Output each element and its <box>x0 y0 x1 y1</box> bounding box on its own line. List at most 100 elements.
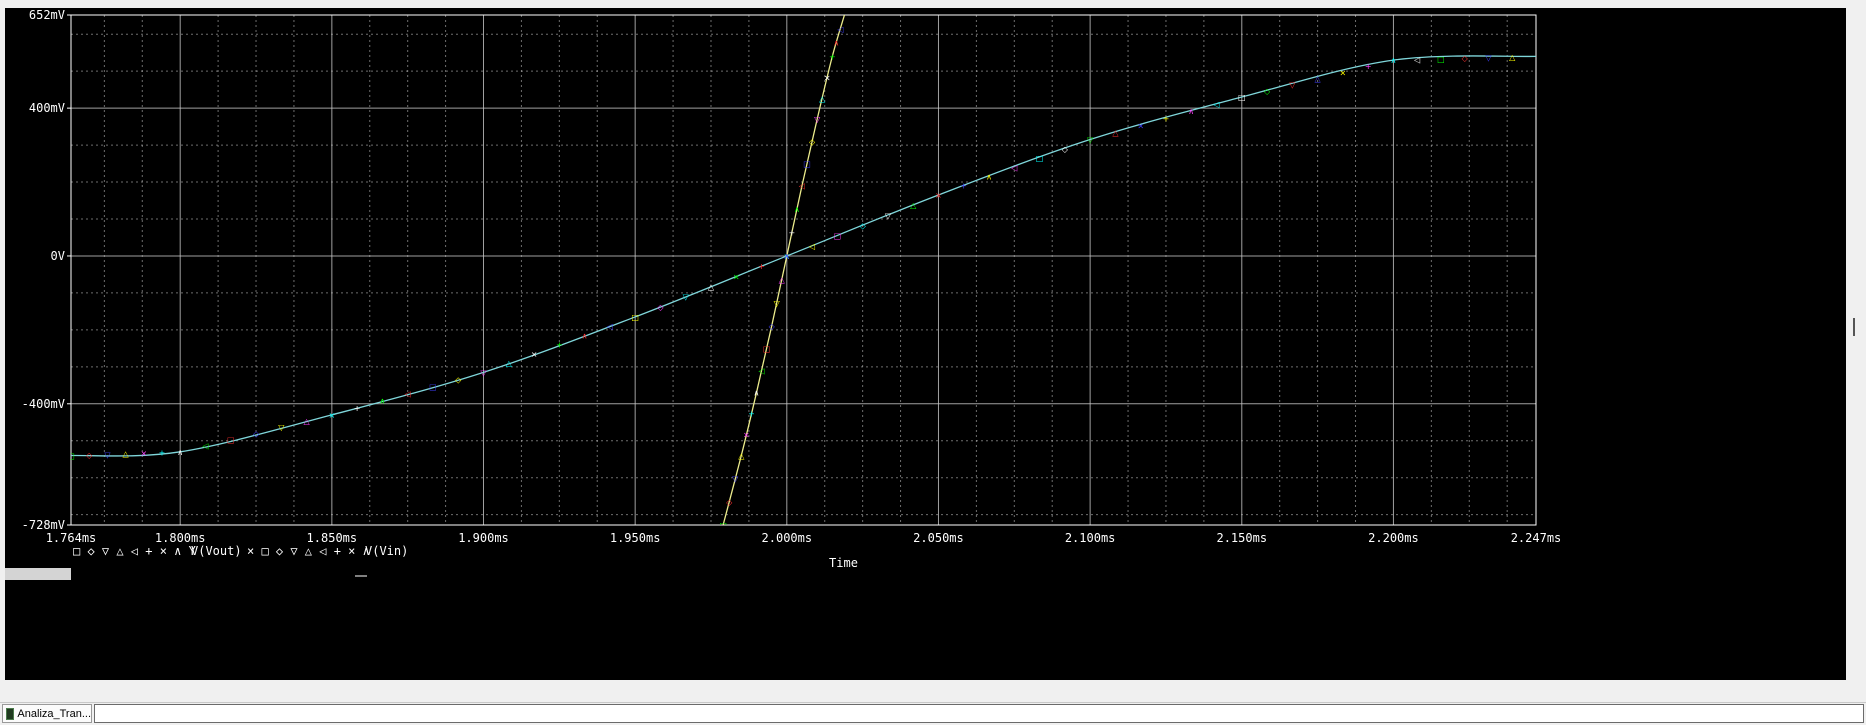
bottom-strip-left <box>5 568 71 580</box>
series-marker: ◇ <box>726 498 733 507</box>
series-marker: + <box>758 262 765 271</box>
x-tick-label: 1.950ms <box>610 531 661 545</box>
x-tick-label: 2.050ms <box>913 531 964 545</box>
x-tick-label: 1.900ms <box>458 531 509 545</box>
series-marker: ◁ <box>798 182 805 191</box>
series-marker: ◁ <box>606 322 613 331</box>
series-marker: ◇ <box>1264 87 1271 96</box>
series-marker: + <box>789 229 796 238</box>
series-marker: ∧ <box>177 448 183 457</box>
series-marker: + <box>748 410 755 419</box>
series-marker: ∧ <box>379 397 385 406</box>
series-marker: ∧ <box>1391 56 1397 65</box>
series-marker: ◁ <box>808 242 815 251</box>
series-marker: ◇ <box>1462 54 1469 63</box>
series-marker: ∧ <box>1188 107 1194 116</box>
series-marker: ▽ <box>1289 81 1296 90</box>
series-marker: ◇ <box>253 429 260 438</box>
series-marker: × <box>1340 68 1347 77</box>
minor-grid <box>71 15 1536 525</box>
series-marker: × <box>743 431 750 440</box>
series-marker: △ <box>123 450 130 459</box>
series-marker: ◇ <box>1062 145 1069 154</box>
series-marker: □ <box>803 160 811 169</box>
series-marker: □ <box>1238 93 1246 102</box>
series-marker: ∧ <box>986 173 992 182</box>
waveform-chart: 652mV 400mV 0V -400mV -728mV1.764ms 1.800ms 1.… <box>5 8 1562 580</box>
taskbar-tab-label: Analiza_Tran... <box>17 707 91 720</box>
series-line <box>722 15 846 525</box>
series-marker: □ <box>763 344 771 353</box>
series-marker: ◇ <box>657 303 664 312</box>
series-marker: ◇ <box>809 137 816 146</box>
series-marker: ∧ <box>833 39 839 48</box>
series-marker: □ <box>227 436 235 445</box>
series-marker: ▽ <box>104 450 111 459</box>
series-marker: + <box>556 341 563 350</box>
legend-markers: □ ◇ ▽ △ ◁ + × ∧ Y <box>73 544 197 558</box>
series-marker: ◇ <box>769 322 776 331</box>
series-marker: △ <box>1112 128 1119 137</box>
taskbar: Analiza_Tran... <box>0 702 1866 725</box>
series-marker: × <box>140 449 147 458</box>
series-marker: ◁ <box>1010 163 1017 172</box>
y-tick-label: 400mV <box>29 101 65 115</box>
series-marker: × <box>328 411 335 420</box>
series-marker: + <box>1163 114 1170 123</box>
series-marker: ◇ <box>455 375 462 384</box>
x-tick-label: 1.764ms <box>46 531 97 545</box>
series-marker: ∧ <box>754 389 760 398</box>
taskbar-panel <box>94 704 1864 723</box>
series-marker: + <box>354 404 361 413</box>
x-tick-label: 2.100ms <box>1065 531 1116 545</box>
x-tick-label: 2.200ms <box>1368 531 1419 545</box>
series-marker: × <box>824 73 831 82</box>
series-marker: □ <box>429 383 437 392</box>
series-marker: ◁ <box>1212 100 1219 109</box>
x-axis-label: Time <box>829 556 858 570</box>
series-marker: + <box>829 52 836 61</box>
series-marker: ▽ <box>885 211 892 220</box>
series-marker: ▽ <box>278 423 285 432</box>
y-tick-label: -400mV <box>22 397 65 411</box>
plot-window: 652mV 400mV 0V -400mV -728mV 1.764ms 1.800ms 1.… <box>5 8 1846 680</box>
series-marker: △ <box>779 275 786 284</box>
series-marker: △ <box>303 417 310 426</box>
series-marker: △ <box>708 282 715 291</box>
series-vvin: □ ◇ ▽ △ × + ∧ ◁ □ ◇ ▽ △ × + ∧ ◁ □ ◇ ▽ △ × + ∧ ◁ □ ◇ ▽ △ × + ∧ ◁ □ ◇ ▽ △ × + ∧ ◁… <box>67 53 1536 461</box>
series-marker: ∧ <box>784 252 790 261</box>
series-marker: × <box>531 350 538 359</box>
series-marker: ▽ <box>1485 54 1492 63</box>
vertical-scrollbar[interactable] <box>1846 8 1864 680</box>
series-marker: ▽ <box>814 115 821 124</box>
major-grid <box>71 15 1536 525</box>
series-marker: ▽ <box>480 368 487 377</box>
series-marker: ∧ <box>582 331 588 340</box>
x-tick-label: 2.247ms <box>1511 531 1562 545</box>
x-tick-label: 2.000ms <box>762 531 813 545</box>
series-marker: △ <box>1315 75 1322 84</box>
series-marker: △ <box>910 201 917 210</box>
legend-markers: × □ ◇ ▽ △ ◁ + × ∧ <box>247 544 370 558</box>
series-marker: ◁ <box>757 367 764 376</box>
series-marker: □ <box>1437 55 1445 64</box>
series-marker: ▽ <box>1087 136 1094 145</box>
x-tick-label: 1.850ms <box>307 531 358 545</box>
waveform-icon <box>6 707 15 720</box>
series-marker: ◁ <box>1413 55 1420 64</box>
series-marker: × <box>1137 121 1144 130</box>
x-tick-label: 2.150ms <box>1216 531 1267 545</box>
scrollbar-thumb[interactable] <box>1853 318 1855 336</box>
x-tick-label: 1.800ms <box>155 531 206 545</box>
series-marker: ◁ <box>404 390 411 399</box>
series-marker: + <box>960 182 967 191</box>
series-marker: ▽ <box>683 293 690 302</box>
series-marker: ▽ <box>774 299 781 308</box>
series-marker: × <box>935 191 942 200</box>
y-tick-label: 0V <box>51 249 65 263</box>
series-marker: △ <box>738 452 745 461</box>
taskbar-tab-analiza[interactable]: Analiza_Tran... <box>2 704 92 723</box>
series-marker: □ <box>67 452 75 461</box>
y-tick-label: -728mV <box>22 518 65 532</box>
series-marker: △ <box>506 359 513 368</box>
